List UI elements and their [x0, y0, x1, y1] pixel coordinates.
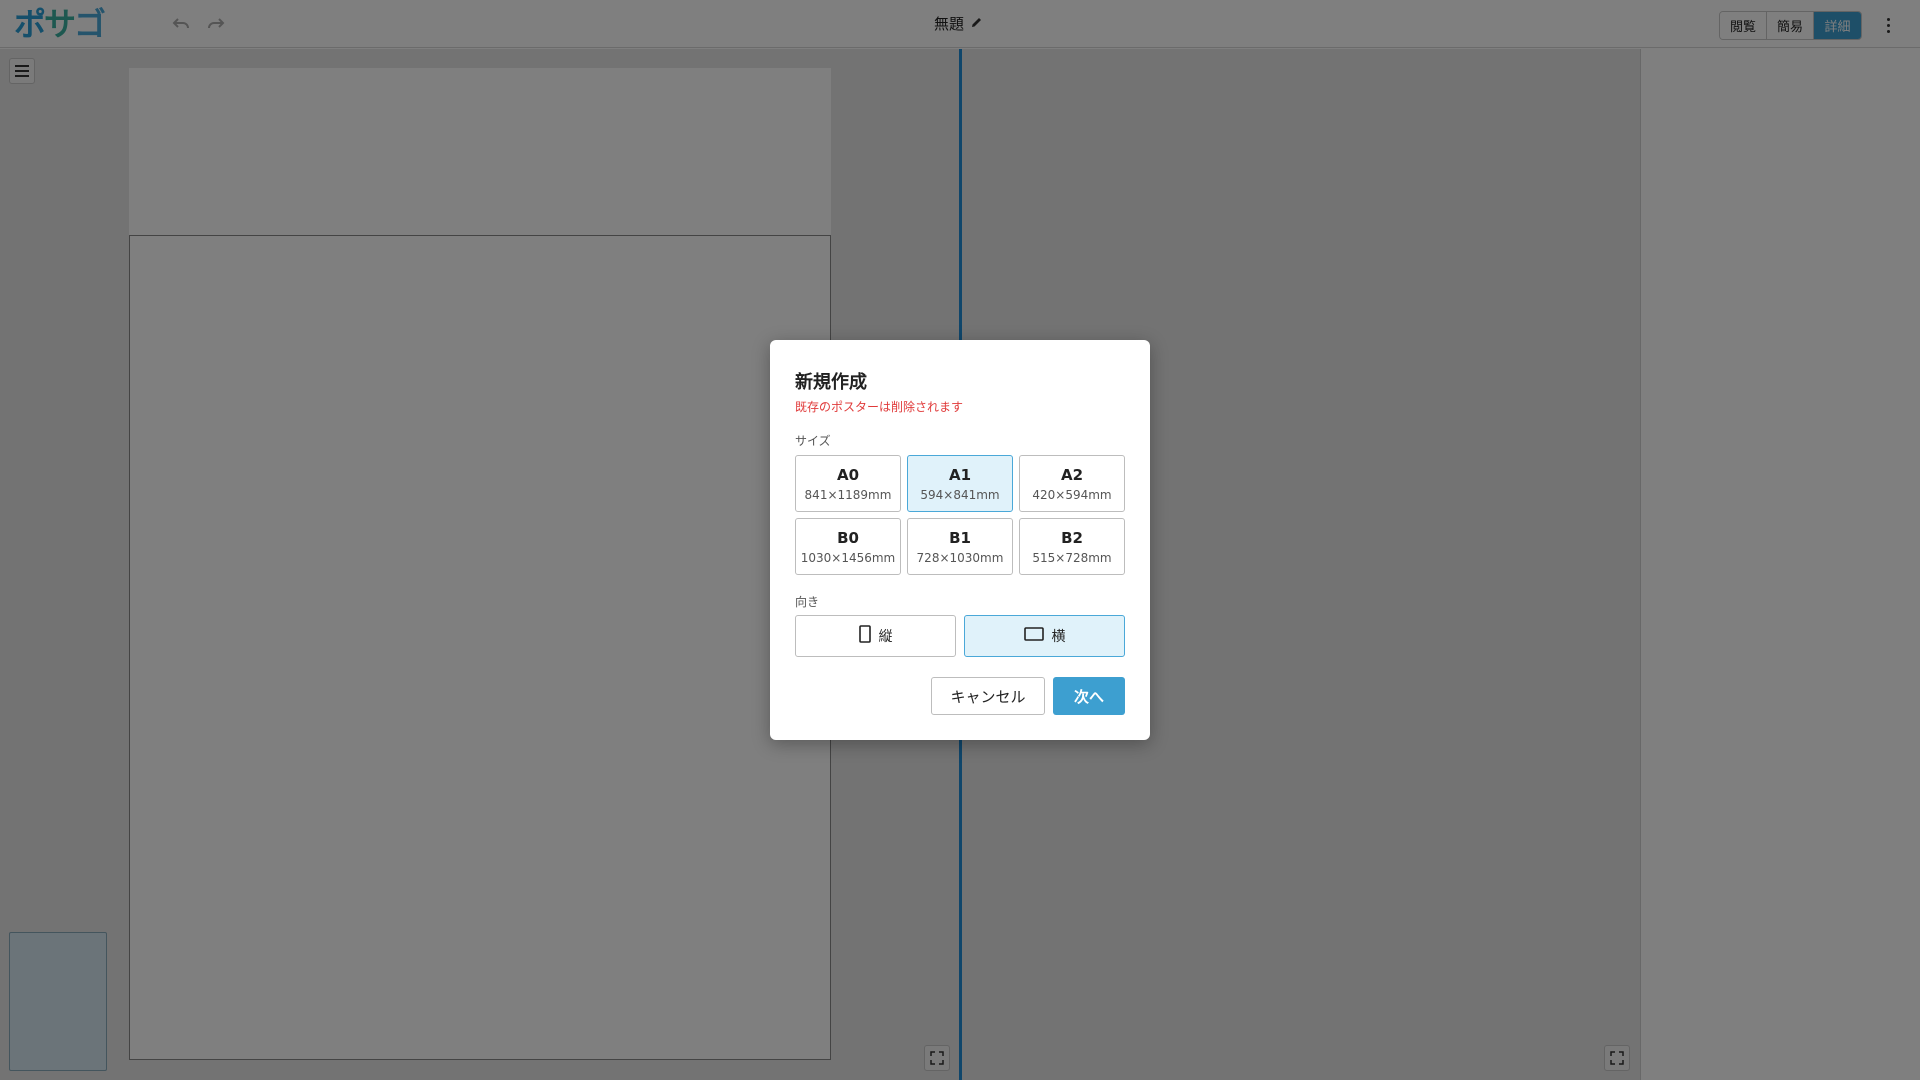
cancel-button[interactable]: キャンセル: [931, 677, 1045, 715]
new-poster-dialog: 新規作成 既存のポスターは削除されます サイズ A0 841×1189mm A1…: [770, 340, 1150, 740]
size-options: A0 841×1189mm A1 594×841mm A2 420×594mm …: [795, 455, 1125, 575]
size-name: B2: [1061, 528, 1083, 547]
size-label: サイズ: [795, 434, 831, 448]
size-dimensions: 594×841mm: [920, 487, 1000, 502]
size-dimensions: 841×1189mm: [804, 487, 892, 502]
portrait-icon: [858, 625, 871, 647]
size-name: A1: [948, 465, 972, 484]
orientation-label-text: 横: [1051, 629, 1066, 645]
size-name: B1: [949, 528, 971, 547]
size-dimensions: 728×1030mm: [916, 550, 1004, 565]
size-dimensions: 420×594mm: [1032, 487, 1112, 502]
dialog-title: 新規作成: [795, 372, 867, 393]
orientation-label: 向き: [795, 595, 820, 609]
size-option-a1[interactable]: A1 594×841mm: [907, 455, 1013, 512]
size-name: A2: [1060, 465, 1084, 484]
size-option-a0[interactable]: A0 841×1189mm: [795, 455, 901, 512]
next-button[interactable]: 次へ: [1053, 677, 1125, 715]
size-dimensions: 1030×1456mm: [800, 550, 896, 565]
orientation-options: 縦 横: [795, 615, 1125, 657]
size-option-b2[interactable]: B2 515×728mm: [1019, 518, 1125, 575]
size-name: B0: [837, 528, 859, 547]
size-dimensions: 515×728mm: [1032, 550, 1112, 565]
orientation-portrait-button[interactable]: 縦: [795, 615, 956, 657]
orientation-label-text: 縦: [878, 629, 893, 645]
dialog-warning: 既存のポスターは削除されます: [795, 400, 964, 414]
size-option-a2[interactable]: A2 420×594mm: [1019, 455, 1125, 512]
orientation-landscape-button[interactable]: 横: [964, 615, 1125, 657]
landscape-icon: [1023, 627, 1044, 645]
size-option-b1[interactable]: B1 728×1030mm: [907, 518, 1013, 575]
size-option-b0[interactable]: B0 1030×1456mm: [795, 518, 901, 575]
size-name: A0: [836, 465, 860, 484]
